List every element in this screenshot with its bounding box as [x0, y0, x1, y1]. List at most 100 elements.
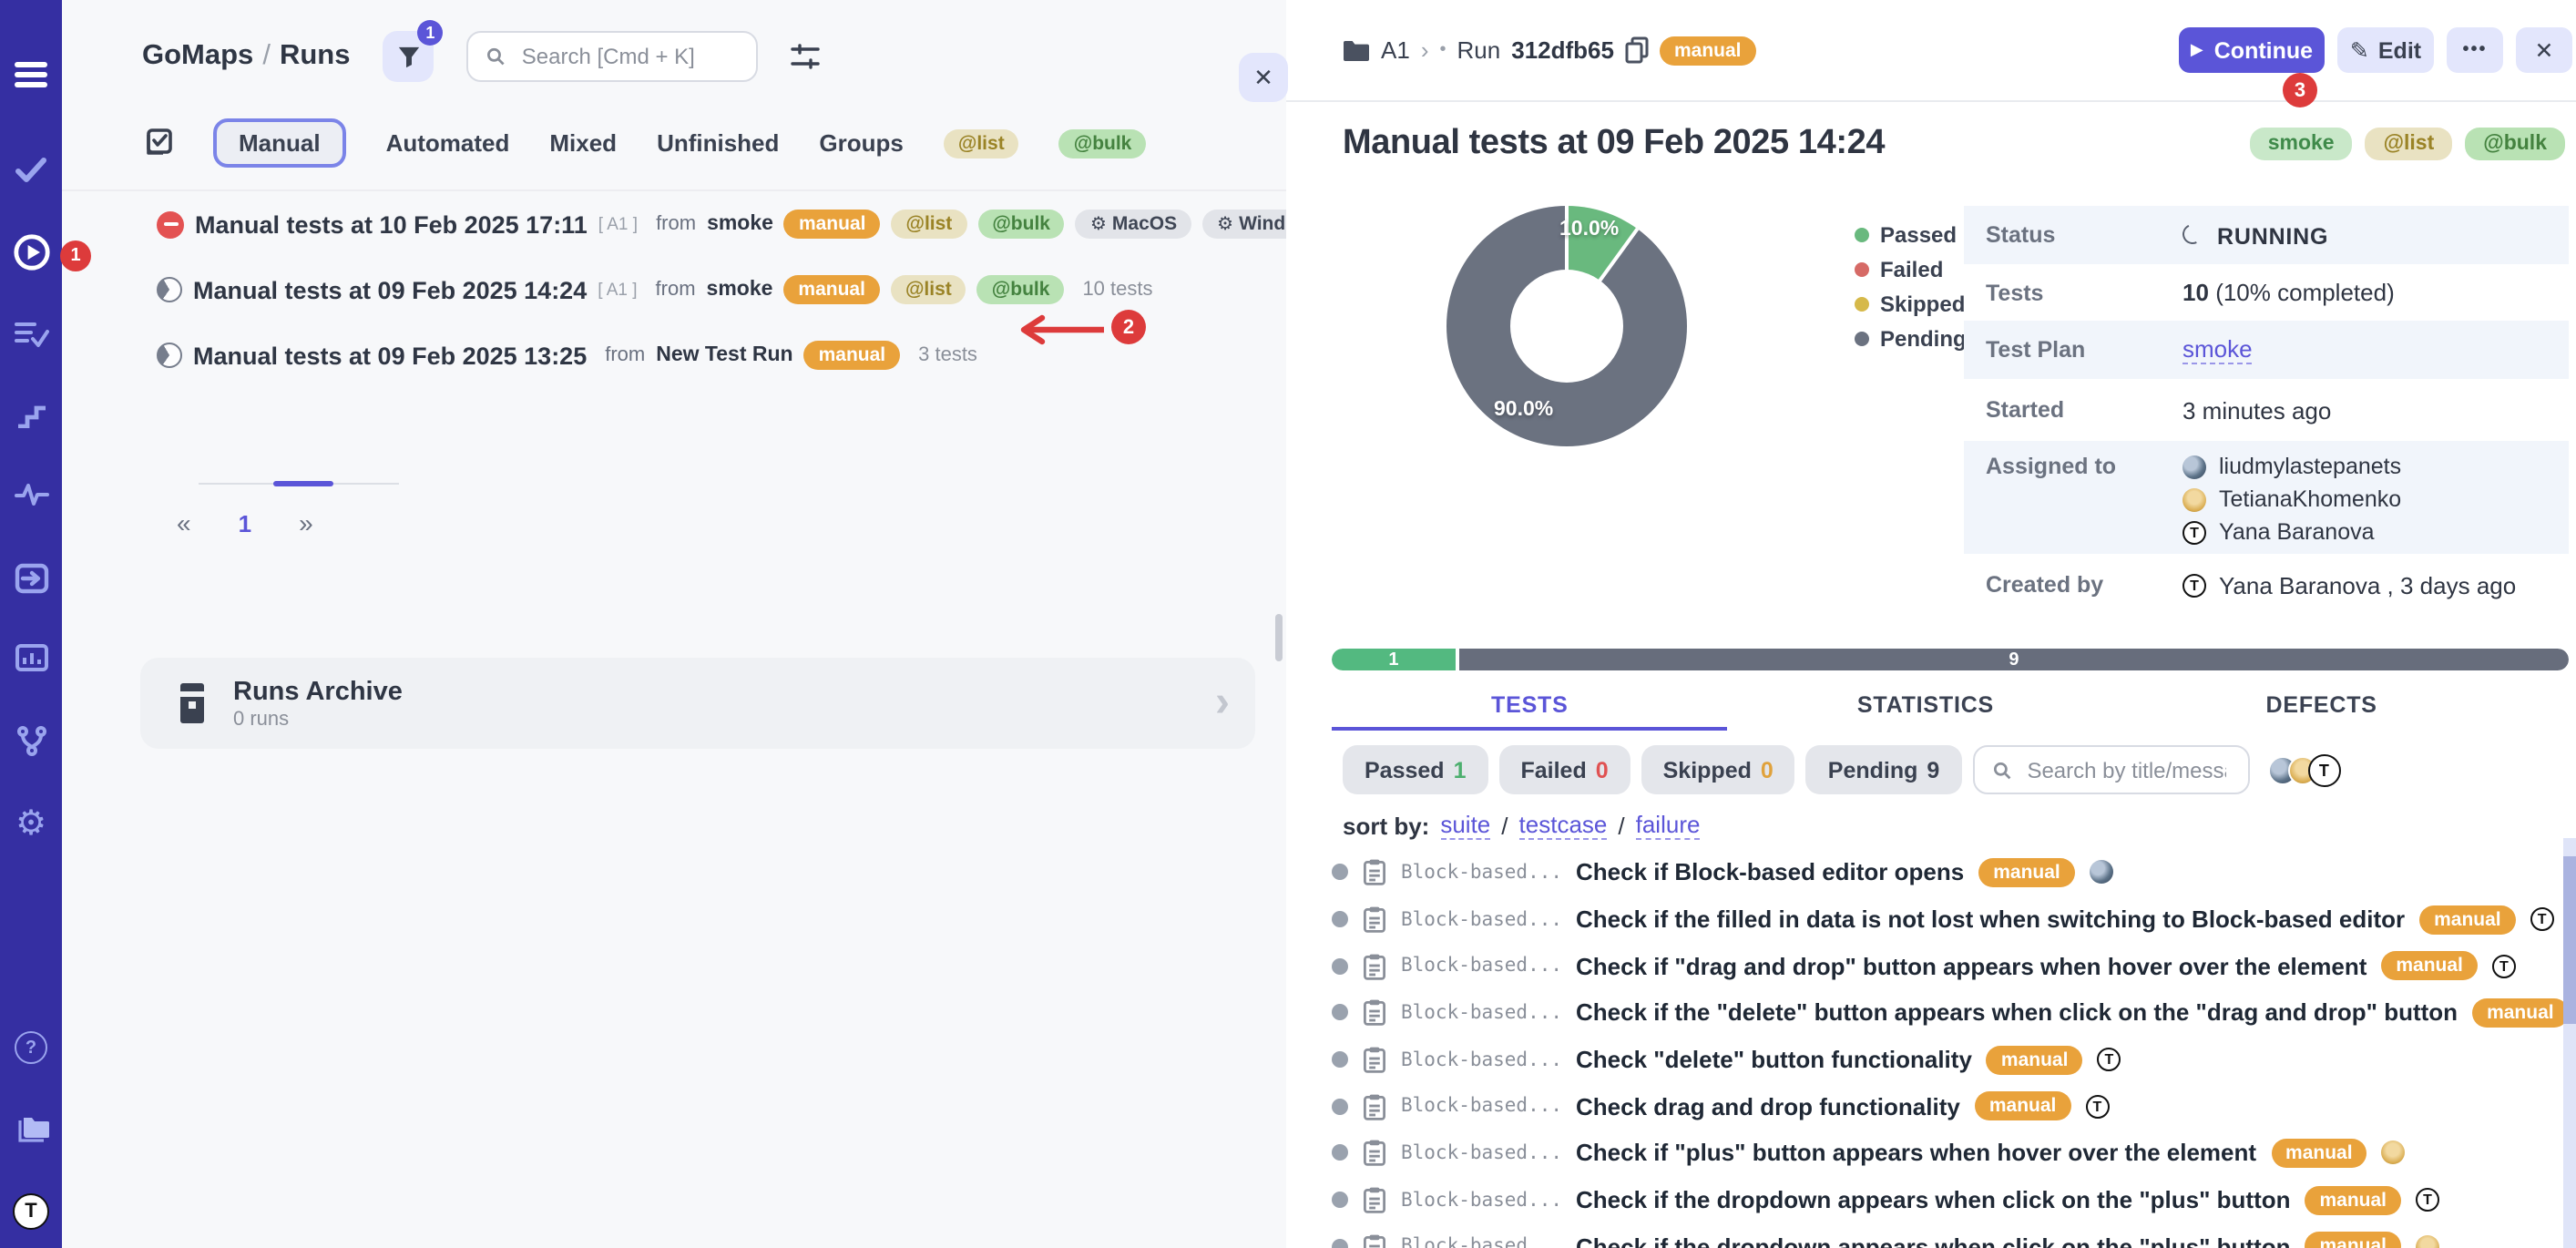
test-plans-icon[interactable]: [0, 310, 62, 357]
assignee[interactable]: TetianaKhomenko: [2182, 483, 2401, 516]
test-row[interactable]: Block-based... Check "delete" button func…: [1332, 1037, 2563, 1083]
menu-icon[interactable]: [0, 51, 62, 98]
test-status-dot[interactable]: [1332, 911, 1348, 927]
copy-icon[interactable]: [1625, 36, 1649, 64]
filter-button[interactable]: 1: [383, 31, 434, 82]
left-scrollbar-thumb[interactable]: [1275, 614, 1283, 661]
reports-chart-icon[interactable]: [0, 634, 62, 681]
help-icon[interactable]: ?: [0, 1024, 62, 1071]
tag-list[interactable]: @list: [2366, 128, 2453, 160]
testcases-check-icon[interactable]: [0, 146, 62, 193]
chart-legend: Passed Failed Skipped Pending: [1855, 217, 1967, 355]
tag-filter-bulk[interactable]: @bulk: [1059, 128, 1147, 158]
run-breadcrumb-project[interactable]: A1: [1381, 36, 1410, 64]
close-detail-button[interactable]: ✕: [2516, 27, 2572, 73]
test-title[interactable]: Check if "plus" button appears when hove…: [1576, 1140, 2256, 1167]
sort-testcase[interactable]: testcase: [1519, 811, 1608, 840]
test-title[interactable]: Check drag and drop functionality: [1576, 1093, 1960, 1120]
tab-mixed[interactable]: Mixed: [549, 129, 617, 157]
test-suite[interactable]: Block-based...: [1401, 1189, 1561, 1211]
breadcrumb-project[interactable]: GoMaps: [142, 40, 253, 71]
filter-skipped[interactable]: Skipped0: [1641, 745, 1795, 794]
test-suite[interactable]: Block-based...: [1401, 862, 1561, 884]
test-title[interactable]: Check if the "delete" button appears whe…: [1576, 999, 2458, 1027]
user-avatar[interactable]: T: [0, 1188, 62, 1235]
test-suite[interactable]: Block-based...: [1401, 1142, 1561, 1164]
assignee-avatars-group[interactable]: T: [2267, 753, 2340, 786]
test-status-dot[interactable]: [1332, 864, 1348, 881]
runs-archive-card[interactable]: Runs Archive 0 runs ›: [140, 658, 1255, 749]
bulk-select-icon[interactable]: [142, 128, 173, 159]
pagination-next[interactable]: »: [299, 508, 313, 537]
test-title[interactable]: Check if the filled in data is not lost …: [1576, 905, 2405, 933]
test-row[interactable]: Block-based... Check if Block-based edito…: [1332, 849, 2563, 895]
test-title[interactable]: Check if the dropdown appears when click…: [1576, 1186, 2291, 1213]
projects-folders-icon[interactable]: [0, 1106, 62, 1153]
versions-branch-icon[interactable]: [0, 716, 62, 763]
test-row[interactable]: Block-based... Check if "plus" button app…: [1332, 1130, 2563, 1176]
import-box-icon[interactable]: [0, 554, 62, 601]
test-title[interactable]: Check if "drag and drop" button appears …: [1576, 952, 2366, 979]
panel-close-button[interactable]: ✕: [1239, 53, 1288, 102]
continue-button[interactable]: ▶ Continue: [2179, 27, 2325, 73]
assignee[interactable]: TYana Baranova: [2182, 516, 2401, 548]
test-row[interactable]: Block-based... Check drag and drop functi…: [1332, 1083, 2563, 1130]
test-status-dot[interactable]: [1332, 1192, 1348, 1208]
runs-search-input[interactable]: [518, 42, 739, 71]
sliders-icon[interactable]: [791, 44, 820, 69]
test-row[interactable]: Block-based... Check if the filled in dat…: [1332, 895, 2563, 942]
tab-statistics[interactable]: STATISTICS: [1728, 681, 2124, 729]
assignee[interactable]: liudmylastepanets: [2182, 450, 2401, 483]
tab-unfinished[interactable]: Unfinished: [657, 129, 779, 157]
tab-automated[interactable]: Automated: [386, 129, 510, 157]
more-button[interactable]: •••: [2447, 27, 2503, 73]
test-suite[interactable]: Block-based...: [1401, 1002, 1561, 1024]
sort-failure[interactable]: failure: [1636, 811, 1701, 840]
test-title[interactable]: Check if the dropdown appears when click…: [1576, 1233, 2291, 1248]
tests-search[interactable]: [1972, 745, 2249, 794]
pagination-prev[interactable]: «: [177, 508, 191, 537]
info-row-started: Started 3 minutes ago: [1964, 379, 2569, 441]
pagination-page-1[interactable]: 1: [239, 509, 251, 537]
run-row[interactable]: Manual tests at 10 Feb 2025 17:11 [ A1 ]…: [62, 191, 1286, 257]
milestones-steps-icon[interactable]: [0, 390, 62, 437]
right-scrollbar-thumb[interactable]: [2563, 856, 2576, 1024]
test-row[interactable]: Block-based... Check if the dropdown appe…: [1332, 1177, 2563, 1223]
tab-groups[interactable]: Groups: [819, 129, 903, 157]
test-suite[interactable]: Block-based...: [1401, 1236, 1561, 1248]
tag-filter-list[interactable]: @list: [944, 128, 1019, 158]
edit-button[interactable]: ✎ Edit: [2337, 27, 2434, 73]
test-row[interactable]: Block-based... Check if "drag and drop" b…: [1332, 943, 2563, 989]
test-row[interactable]: Block-based... Check if the "delete" butt…: [1332, 989, 2563, 1036]
tab-tests[interactable]: TESTS: [1332, 681, 1728, 729]
test-status-dot[interactable]: [1332, 1239, 1348, 1248]
test-status-dot[interactable]: [1332, 1145, 1348, 1161]
test-suite[interactable]: Block-based...: [1401, 1096, 1561, 1118]
runs-play-icon[interactable]: [0, 228, 62, 275]
test-plan-link[interactable]: smoke: [2182, 335, 2253, 364]
test-title[interactable]: Check if Block-based editor opens: [1576, 859, 1964, 886]
test-row[interactable]: Block-based... Check if the dropdown appe…: [1332, 1223, 2563, 1248]
tag-bulk[interactable]: @bulk: [2465, 128, 2565, 160]
tab-manual[interactable]: Manual: [213, 118, 346, 168]
run-progress-bar: 1 9: [1332, 649, 2569, 670]
test-suite[interactable]: Block-based...: [1401, 908, 1561, 930]
settings-gear-icon[interactable]: ⚙: [0, 800, 62, 847]
filter-failed[interactable]: Failed0: [1498, 745, 1630, 794]
test-status-dot[interactable]: [1332, 1051, 1348, 1068]
tab-defects[interactable]: DEFECTS: [2123, 681, 2520, 729]
run-id[interactable]: 312dfb65: [1511, 36, 1614, 64]
tests-search-input[interactable]: [2023, 755, 2229, 784]
sort-suite[interactable]: suite: [1440, 811, 1490, 840]
test-status-dot[interactable]: [1332, 1005, 1348, 1021]
test-status-dot[interactable]: [1332, 1099, 1348, 1115]
test-title[interactable]: Check "delete" button functionality: [1576, 1046, 1972, 1073]
test-suite[interactable]: Block-based...: [1401, 1049, 1561, 1070]
test-suite[interactable]: Block-based...: [1401, 955, 1561, 977]
tag-smoke[interactable]: smoke: [2250, 128, 2353, 160]
activity-pulse-icon[interactable]: [0, 470, 62, 517]
test-status-dot[interactable]: [1332, 957, 1348, 974]
runs-search[interactable]: [466, 31, 758, 82]
filter-passed[interactable]: Passed1: [1343, 745, 1487, 794]
filter-pending[interactable]: Pending9: [1806, 745, 1962, 794]
